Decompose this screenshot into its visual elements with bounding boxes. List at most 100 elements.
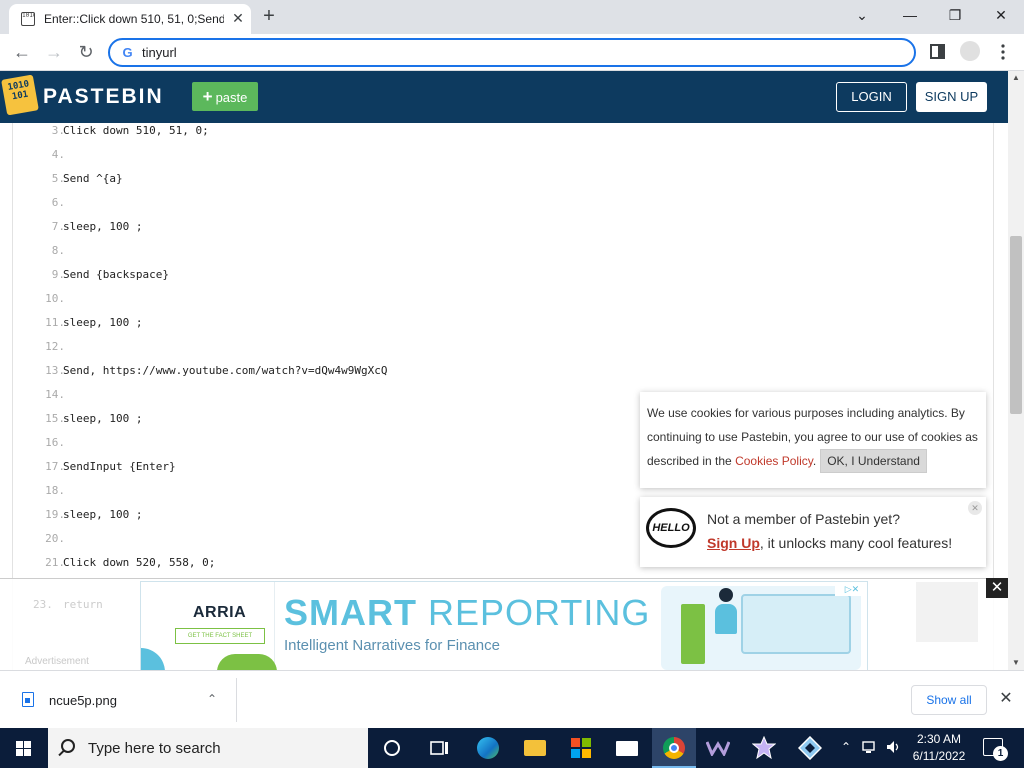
plus-icon: + (202, 87, 213, 106)
pastebin-logo-icon[interactable]: 1010 101 (1, 74, 39, 116)
scroll-to-top-button[interactable] (916, 582, 978, 642)
new-paste-button[interactable]: + paste (192, 82, 258, 111)
ad-close-icon[interactable]: ✕ (986, 578, 1008, 598)
signup-link[interactable]: Sign Up (707, 535, 760, 551)
code-line: 10. (13, 292, 993, 316)
download-filename[interactable]: ncue5p.png (49, 693, 117, 708)
ad-banner[interactable]: ARRIA GET THE FACT SHEET SMART REPORTING… (140, 581, 868, 671)
line-number: 5. (51, 172, 65, 185)
signup-button[interactable]: SIGN UP (916, 82, 987, 112)
code-line: 4. (13, 148, 993, 172)
line-number: 4. (51, 148, 65, 161)
taskbar-search-placeholder: Type here to search (88, 740, 221, 757)
profile-avatar-icon[interactable] (960, 41, 980, 61)
app-icon-1[interactable] (704, 734, 732, 762)
code-text[interactable]: sleep, 100 ; (63, 316, 142, 329)
taskbar-search[interactable]: Type here to search (48, 728, 368, 768)
pastebin-favicon-icon: 1010 (21, 12, 35, 26)
code-line: 6. (13, 196, 993, 220)
browser-tab-bar: 1010 Enter::Click down 510, 51, 0;Send ✕… (0, 0, 1024, 34)
code-text[interactable]: SendInput {Enter} (63, 460, 176, 473)
minimize-button[interactable]: — (896, 4, 924, 26)
advertisement-label: Advertisement (25, 656, 89, 667)
cortana-icon[interactable] (378, 734, 406, 762)
line-number: 10. (45, 292, 65, 305)
menu-kebab-icon[interactable] (994, 43, 1012, 61)
line-number: 17. (45, 460, 65, 473)
maximize-button[interactable]: ❐ (941, 4, 969, 26)
line-number: 11. (45, 316, 65, 329)
app-icon-3[interactable] (796, 734, 824, 762)
scroll-down-icon[interactable]: ▼ (1008, 656, 1024, 670)
code-text[interactable]: Send {backspace} (63, 268, 169, 281)
faded-line-number: 23. (33, 598, 53, 611)
browser-toolbar: ← → ↻ G tinyurl (0, 34, 1024, 71)
back-arrow-icon[interactable]: ← (10, 41, 34, 63)
cookie-accept-button[interactable]: OK, I Understand (820, 449, 927, 473)
forward-arrow-icon[interactable]: → (42, 41, 66, 63)
code-line: 13. Send, https://www.youtube.com/watch?v… (13, 364, 993, 388)
volume-icon[interactable] (886, 740, 902, 754)
line-number: 12. (45, 340, 65, 353)
network-icon[interactable] (862, 740, 878, 754)
hello-bubble-icon: HELLO (646, 508, 696, 548)
login-button[interactable]: LOGIN (836, 82, 907, 112)
new-tab-button[interactable]: + (258, 6, 280, 28)
adchoices-icon[interactable]: ▷✕ (835, 582, 867, 596)
tab-search-button[interactable]: ⌄ (848, 4, 876, 26)
code-line: 8. (13, 244, 993, 268)
code-text[interactable]: sleep, 100 ; (63, 508, 142, 521)
app-icon-2[interactable] (750, 734, 778, 762)
mail-icon[interactable] (613, 734, 641, 762)
edge-icon[interactable] (474, 734, 502, 762)
store-icon[interactable] (567, 734, 595, 762)
page-scrollbar[interactable]: ▲ ▼ (1008, 71, 1024, 670)
code-text[interactable]: Send ^{a} (63, 172, 123, 185)
show-all-button[interactable]: Show all (911, 685, 987, 715)
tab-close-icon[interactable]: ✕ (230, 10, 246, 26)
ad-illustration-person (719, 588, 733, 602)
file-explorer-icon[interactable] (521, 734, 549, 762)
close-window-button[interactable]: ✕ (987, 4, 1015, 26)
code-text[interactable]: sleep, 100 ; (63, 412, 142, 425)
address-bar[interactable]: G tinyurl (108, 38, 916, 67)
clock-time: 2:30 AM (916, 732, 962, 746)
browser-tab[interactable]: 1010 Enter::Click down 510, 51, 0;Send ✕ (9, 4, 251, 34)
cookies-policy-link[interactable]: Cookies Policy (735, 454, 813, 468)
ad-headline: SMART REPORTING (284, 592, 650, 634)
signup-prompt: HELLO Not a member of Pastebin yet? Sign… (640, 497, 986, 567)
signup-prompt-text: Sign Up, it unlocks many cool features! (707, 535, 952, 551)
download-bar: ncue5p.png ⌃ Show all ✕ (0, 670, 1024, 728)
scroll-thumb[interactable] (1010, 236, 1022, 414)
google-icon: G (122, 45, 133, 60)
paste-label: paste (215, 90, 248, 105)
reload-icon[interactable]: ↻ (74, 41, 98, 63)
side-panel-icon[interactable] (929, 43, 947, 61)
code-line: 12. (13, 340, 993, 364)
start-button[interactable] (0, 728, 48, 768)
taskbar-clock[interactable]: 2:30 AM 6/11/2022 (909, 731, 969, 765)
code-line: 5. Send ^{a} (13, 172, 993, 196)
task-view-icon[interactable] (426, 734, 454, 762)
address-text[interactable]: tinyurl (142, 45, 177, 60)
ad-cta-button[interactable]: GET THE FACT SHEET (175, 628, 265, 644)
ad-illustration-person-body (715, 604, 737, 634)
chevron-up-icon[interactable]: ⌃ (204, 691, 220, 707)
close-prompt-icon[interactable]: ✕ (968, 501, 982, 515)
line-number: 20. (45, 532, 65, 545)
code-text[interactable]: Click down 520, 558, 0; (63, 556, 215, 569)
scroll-up-icon[interactable]: ▲ (1008, 71, 1024, 85)
code-text[interactable]: Click down 510, 51, 0; (63, 124, 209, 137)
image-file-icon (22, 692, 34, 707)
code-text[interactable]: Send, https://www.youtube.com/watch?v=dQ… (63, 364, 388, 377)
screen: 1010 Enter::Click down 510, 51, 0;Send ✕… (0, 0, 1024, 768)
pastebin-header: 1010 101 PASTEBIN + paste LOGIN SIGN UP (0, 71, 1024, 123)
tray-overflow-icon[interactable]: ⌃ (841, 740, 851, 754)
download-bar-close-icon[interactable]: ✕ (996, 689, 1016, 709)
chrome-icon[interactable] (660, 734, 688, 762)
tab-title: Enter::Click down 510, 51, 0;Send (44, 12, 224, 26)
line-number: 14. (45, 388, 65, 401)
code-text[interactable]: sleep, 100 ; (63, 220, 142, 233)
line-number: 3. (51, 124, 65, 137)
pastebin-brand[interactable]: PASTEBIN (43, 85, 164, 109)
